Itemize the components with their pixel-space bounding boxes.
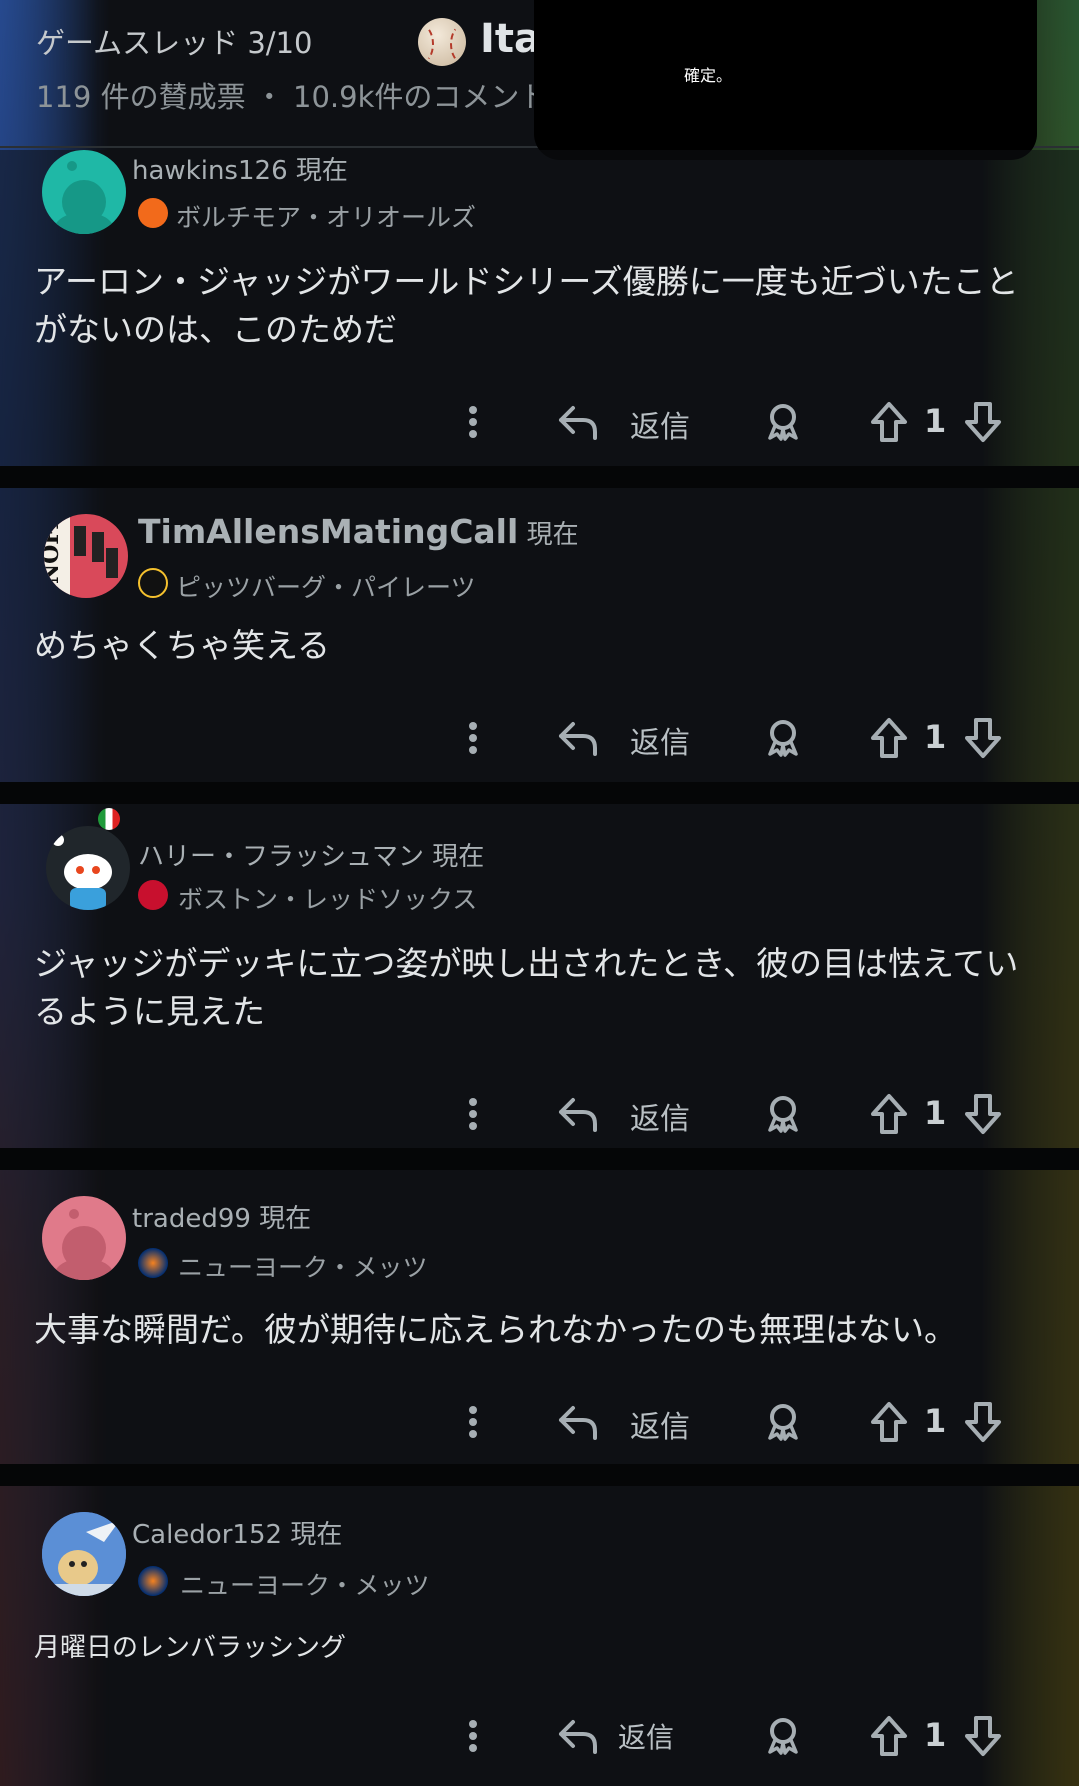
comment-body: 月曜日のレンバラッシング: [34, 1633, 347, 1663]
reply-button[interactable]: 返信: [630, 718, 690, 762]
vote-score: 1: [924, 1094, 947, 1132]
toast-notification: 確定。: [534, 0, 1037, 160]
reply-button[interactable]: 返信: [630, 1402, 690, 1446]
flair-text: ニューヨーク・メッツ: [180, 1571, 430, 1600]
thread-title: Ita: [480, 16, 541, 62]
vote-score: 1: [924, 718, 947, 756]
thread-label: ゲームスレッド 3/10: [36, 26, 313, 60]
downvote-icon[interactable]: [960, 1708, 1006, 1764]
award-icon[interactable]: [760, 1394, 806, 1450]
comment-actions: 返信 1: [0, 1086, 1079, 1142]
reply-icon[interactable]: [556, 710, 600, 766]
pirates-flair-icon: [138, 568, 168, 598]
flair-text: ボストン・レッドソックス: [178, 885, 478, 914]
reply-icon[interactable]: [556, 1708, 600, 1764]
comment-body: めちゃくちゃ笑える: [34, 626, 331, 665]
upvote-icon[interactable]: [866, 394, 912, 450]
downvote-icon[interactable]: [960, 394, 1006, 450]
upvote-icon[interactable]: [866, 1086, 912, 1142]
vote-score: 1: [924, 1716, 947, 1754]
comment: ハリー・フラッシュマン 現在 ボストン・レッドソックス ジャッジがデッキに立つ姿…: [0, 804, 1079, 1148]
more-options-icon[interactable]: [458, 1394, 488, 1450]
award-icon[interactable]: [760, 1086, 806, 1142]
reply-icon[interactable]: [556, 1086, 600, 1142]
avatar[interactable]: NOFX: [44, 514, 128, 598]
reply-icon[interactable]: [556, 394, 600, 450]
flair-text: ピッツバーグ・パイレーツ: [176, 573, 476, 602]
comment-separator: [0, 1464, 1079, 1486]
award-icon[interactable]: [760, 394, 806, 450]
flair-text: ニューヨーク・メッツ: [178, 1253, 428, 1282]
comment-feed-page: ゲームスレッド 3/10 Ita 119 件の賛成票 ・ 10.9k件のコメント…: [0, 0, 1079, 1786]
svg-text:NOFX: NOFX: [44, 514, 64, 584]
comment-actions: 返信 1: [0, 394, 1079, 450]
reply-icon[interactable]: [556, 1394, 600, 1450]
more-options-icon[interactable]: [458, 1708, 488, 1764]
avatar[interactable]: [42, 1196, 126, 1280]
vote-score: 1: [924, 1402, 947, 1440]
toast-text: 確定。: [684, 66, 733, 85]
comment-body: アーロン・ジャッジがワールドシリーズ優勝に一度も近づいたことがないのは、このため…: [34, 262, 1019, 349]
award-icon[interactable]: [760, 1708, 806, 1764]
avatar[interactable]: [42, 150, 126, 234]
comment-body: ジャッジがデッキに立つ姿が映し出されたとき、彼の目は怯えているように見えた: [34, 944, 1019, 1031]
comment-username[interactable]: Caledor152 現在: [132, 1514, 342, 1551]
comment-username[interactable]: hawkins126 現在: [132, 150, 348, 187]
comment-actions: 返信 1: [0, 1708, 1079, 1764]
mets-flair-icon: [138, 1566, 168, 1596]
reply-button[interactable]: 返信: [630, 402, 690, 446]
comment-separator: [0, 466, 1079, 488]
vote-score: 1: [924, 402, 947, 440]
baseball-icon: [418, 18, 466, 66]
comment-username[interactable]: ハリー・フラッシュマン 現在: [138, 836, 484, 873]
more-options-icon[interactable]: [458, 394, 488, 450]
orioles-flair-icon: [138, 198, 168, 228]
comment: NOFX TimAllensMatingCall 現在 ピッツバーグ・パイレーツ…: [0, 488, 1079, 782]
comment: traded99 現在 ニューヨーク・メッツ 大事な瞬間だ。彼が期待に応えられな…: [0, 1170, 1079, 1464]
italy-flag-icon: [98, 808, 120, 830]
comment-separator: [0, 782, 1079, 804]
comment-actions: 返信 1: [0, 710, 1079, 766]
upvote-icon[interactable]: [866, 1708, 912, 1764]
comment-username[interactable]: traded99 現在: [132, 1198, 311, 1235]
more-options-icon[interactable]: [458, 1086, 488, 1142]
comment: Caledor152 現在 ニューヨーク・メッツ 月曜日のレンバラッシング 返信…: [0, 1486, 1079, 1786]
more-options-icon[interactable]: [458, 710, 488, 766]
comment: hawkins126 現在 ボルチモア・オリオールズ アーロン・ジャッジがワール…: [0, 150, 1079, 466]
upvote-icon[interactable]: [866, 710, 912, 766]
avatar[interactable]: [42, 1512, 126, 1596]
comment-separator: [0, 1148, 1079, 1170]
downvote-icon[interactable]: [960, 1394, 1006, 1450]
downvote-icon[interactable]: [960, 710, 1006, 766]
avatar[interactable]: [46, 826, 130, 910]
flair-text: ボルチモア・オリオールズ: [176, 203, 477, 232]
comment-username[interactable]: TimAllensMatingCall 現在: [138, 512, 579, 551]
thread-stats: 119 件の賛成票 ・ 10.9k件のコメント: [36, 80, 549, 114]
upvote-icon[interactable]: [866, 1394, 912, 1450]
comment-body: 大事な瞬間だ。彼が期待に応えられなかったのも無理はない。: [34, 1310, 958, 1349]
downvote-icon[interactable]: [960, 1086, 1006, 1142]
comment-actions: 返信 1: [0, 1394, 1079, 1450]
reply-button[interactable]: 返信: [630, 1094, 690, 1138]
reply-button[interactable]: 返信: [618, 1716, 674, 1756]
mets-flair-icon: [138, 1248, 168, 1278]
award-icon[interactable]: [760, 710, 806, 766]
red-sox-flair-icon: [138, 880, 168, 910]
